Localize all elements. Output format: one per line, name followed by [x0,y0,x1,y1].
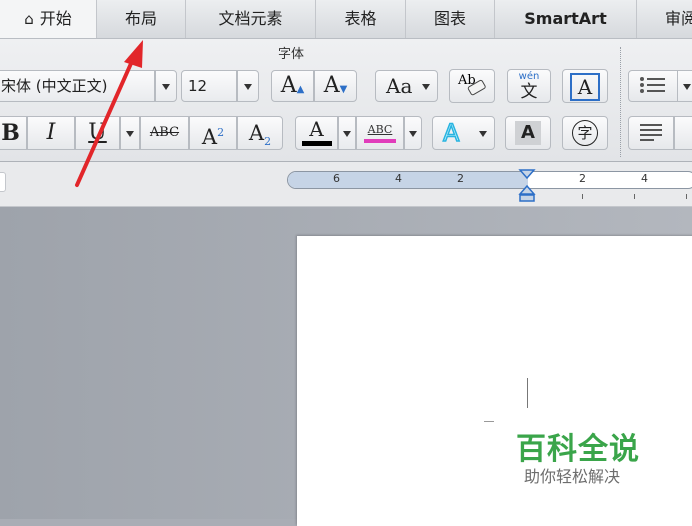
annotation-arrow-icon [75,40,143,187]
